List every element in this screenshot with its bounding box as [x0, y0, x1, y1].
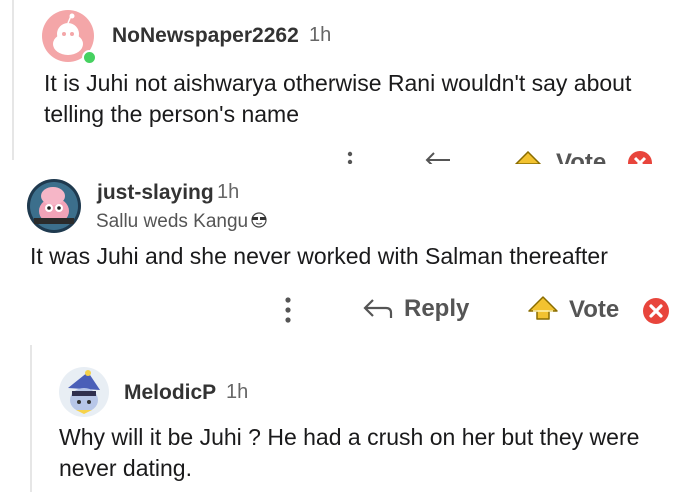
flair-text: Sallu weds Kangu	[96, 211, 249, 233]
wizard-character-avatar-icon	[59, 367, 109, 417]
username[interactable]: just-slaying	[97, 181, 214, 205]
vote-label: Vote	[569, 296, 620, 323]
reply-icon	[363, 299, 393, 318]
online-status-icon	[82, 50, 97, 65]
vote-label: Vote	[556, 150, 607, 164]
timestamp: 1h	[226, 381, 249, 403]
comment-actions: Reply Vote	[0, 292, 700, 332]
downvote-button[interactable]	[642, 297, 670, 325]
more-options-icon	[285, 297, 291, 323]
pink-character-avatar-icon	[27, 179, 81, 233]
upvote-icon	[528, 296, 558, 320]
comment-actions-cutoff: Vote	[0, 150, 700, 164]
comment-body: It is Juhi not aishwarya otherwise Rani …	[44, 70, 632, 127]
avatar[interactable]	[26, 178, 82, 234]
more-options-button[interactable]	[284, 296, 292, 324]
comment-body: It was Juhi and she never worked with Sa…	[30, 243, 608, 269]
comment-body: Why will it be Juhi ? He had a crush on …	[59, 424, 640, 481]
timestamp: 1h	[309, 24, 332, 46]
vote-button[interactable]: Vote	[527, 295, 619, 325]
timestamp: 1h	[217, 181, 240, 203]
reply-button[interactable]: Reply	[362, 295, 469, 323]
username[interactable]: NoNewspaper2262	[112, 24, 299, 48]
sunglasses-emoji-icon	[249, 210, 269, 234]
downvote-icon	[643, 298, 669, 324]
thread-line	[12, 0, 14, 160]
user-flair: Sallu weds Kangu	[96, 210, 269, 234]
more-options-icon[interactable]	[347, 150, 353, 164]
thread-line	[30, 345, 32, 492]
upvote-icon[interactable]	[514, 150, 542, 164]
avatar[interactable]	[58, 366, 110, 418]
downvote-icon[interactable]	[627, 150, 653, 164]
reply-label: Reply	[404, 295, 470, 322]
reply-icon[interactable]	[424, 152, 454, 164]
username[interactable]: MelodicP	[124, 381, 216, 405]
